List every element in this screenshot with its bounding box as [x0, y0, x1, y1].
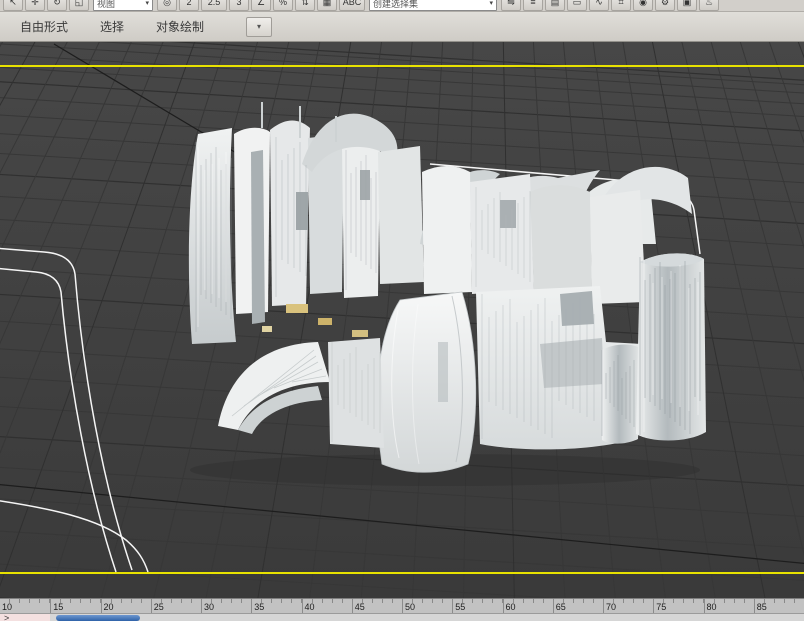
- material-editor-icon[interactable]: ◉: [633, 0, 653, 11]
- mirror-icon[interactable]: ⇋: [501, 0, 521, 11]
- trackbar-segment[interactable]: 85: [754, 599, 804, 613]
- trackbar-segment[interactable]: 45: [352, 599, 402, 613]
- snap-toggle-2d-icon[interactable]: 2: [179, 0, 199, 11]
- select-and-rotate-icon[interactable]: ↻: [47, 0, 67, 11]
- trackbar-segment[interactable]: 35: [251, 599, 301, 613]
- trackbar-segment[interactable]: 55: [452, 599, 502, 613]
- trackbar-segment[interactable]: 80: [704, 599, 754, 613]
- trackbar-segment[interactable]: 50: [402, 599, 452, 613]
- trackbar-segment[interactable]: 70: [603, 599, 653, 613]
- render-production-icon[interactable]: ♨: [699, 0, 719, 11]
- select-and-scale-icon[interactable]: ◱: [69, 0, 89, 11]
- trackbar-frame-label: 50: [405, 602, 415, 612]
- snap-toggle-3d-icon[interactable]: 3: [229, 0, 249, 11]
- named-selection-sets-dropdown-value: 创建选择集: [373, 0, 418, 10]
- trackbar-frame-label: 30: [204, 602, 214, 612]
- rename-objects-icon[interactable]: ABC: [339, 0, 365, 11]
- trackbar-frame-label: 40: [305, 602, 315, 612]
- ribbon-expand-button[interactable]: ▾: [246, 17, 272, 37]
- percent-snap-icon[interactable]: %: [273, 0, 293, 11]
- trackbar-frame-label: 45: [355, 602, 365, 612]
- spinner-snap-icon[interactable]: ⇅: [295, 0, 315, 11]
- trackbar-segment[interactable]: 40: [302, 599, 352, 613]
- listener-prompt: >: [4, 613, 9, 621]
- ribbon-tab-bar: 自由形式选择对象绘制 ▾: [0, 12, 804, 42]
- trackbar-segment[interactable]: 10: [0, 599, 50, 613]
- trackbar-segment[interactable]: 25: [151, 599, 201, 613]
- trackbar-frame-label: 15: [53, 602, 63, 612]
- trackbar-frame-label: 55: [455, 602, 465, 612]
- render-setup-icon[interactable]: ⚙: [655, 0, 675, 11]
- trackbar-frame-label: 80: [707, 602, 717, 612]
- chevron-down-icon: ▾: [489, 0, 493, 7]
- status-bar: >: [0, 613, 804, 621]
- chevron-down-icon: ▾: [145, 0, 149, 7]
- tab-freeform[interactable]: 自由形式: [4, 12, 84, 41]
- trackbar-segment[interactable]: 65: [553, 599, 603, 613]
- trackbar-segment[interactable]: 20: [101, 599, 151, 613]
- trackbar-frame-label: 35: [254, 602, 264, 612]
- layer-manager-icon[interactable]: ▤: [545, 0, 565, 11]
- trackbar-segment[interactable]: 75: [653, 599, 703, 613]
- reference-coordinate-dropdown-value: 视图: [97, 0, 115, 10]
- curve-editor-icon[interactable]: ∿: [589, 0, 609, 11]
- trackbar-frame-label: 65: [556, 602, 566, 612]
- trackbar-segment[interactable]: 30: [201, 599, 251, 613]
- scrollbar-thumb[interactable]: [56, 615, 140, 621]
- named-selection-sets-dropdown[interactable]: 创建选择集 ▾: [369, 0, 497, 11]
- perspective-viewport[interactable]: [0, 42, 804, 598]
- tab-object-paint[interactable]: 对象绘制: [140, 12, 220, 41]
- tab-selection[interactable]: 选择: [84, 12, 140, 41]
- select-object-icon[interactable]: ↖: [3, 0, 23, 11]
- maxscript-mini-listener[interactable]: >: [0, 614, 50, 621]
- trackbar-frame-label: 60: [506, 602, 516, 612]
- trackbar-frame-label: 70: [606, 602, 616, 612]
- trackbar-frame-label: 25: [154, 602, 164, 612]
- trackbar-frame-label: 20: [104, 602, 114, 612]
- snap-toggle-25d-icon[interactable]: 2.5: [201, 0, 227, 11]
- rendered-frame-icon[interactable]: ▣: [677, 0, 697, 11]
- select-and-move-icon[interactable]: ✛: [25, 0, 45, 11]
- align-icon[interactable]: ≡: [523, 0, 543, 11]
- reference-coordinate-dropdown[interactable]: 视图 ▾: [93, 0, 153, 11]
- trackbar-segment[interactable]: 60: [503, 599, 553, 613]
- use-pivot-center-icon[interactable]: ◎: [157, 0, 177, 11]
- viewport-canvas[interactable]: [0, 42, 804, 598]
- schematic-view-icon[interactable]: ⌗: [611, 0, 631, 11]
- trackbar-segment[interactable]: 15: [50, 599, 100, 613]
- graphite-ribbon-icon[interactable]: ▭: [567, 0, 587, 11]
- track-bar[interactable]: 10 15 20 25 30 35 40 45 50 55 60 65 70 75 80 85: [0, 598, 804, 613]
- angle-snap-icon[interactable]: ∠: [251, 0, 271, 11]
- trackbar-frame-label: 10: [2, 602, 12, 612]
- edit-named-selection-sets-icon[interactable]: ▦: [317, 0, 337, 11]
- trackbar-frame-label: 85: [757, 602, 767, 612]
- main-toolbar: ↖✛↻◱ 视图 ▾ ◎22.53∠%⇅▦ABC 创建选择集 ▾ ⇋≡▤▭∿⌗◉⚙▣♨: [0, 0, 804, 12]
- trackbar-frame-label: 75: [656, 602, 666, 612]
